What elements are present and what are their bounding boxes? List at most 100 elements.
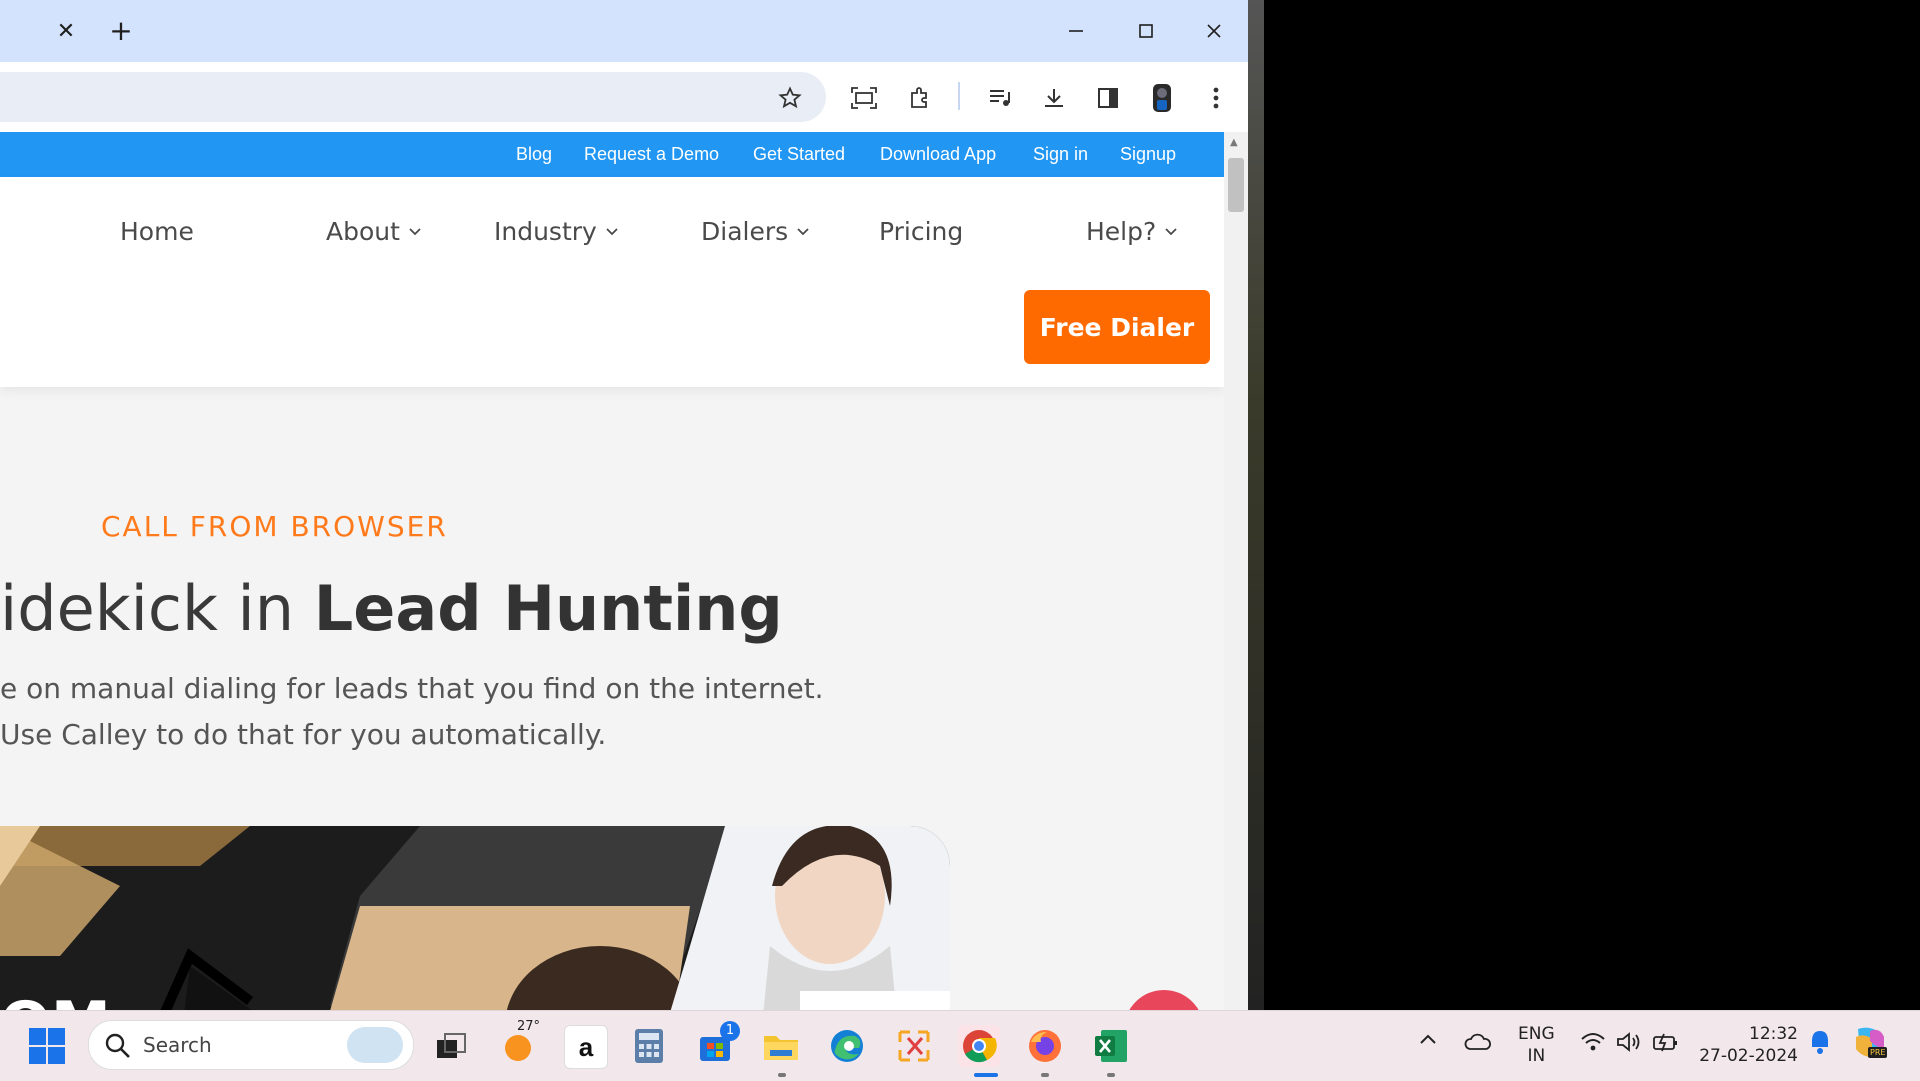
weather-temp: 27°: [517, 1019, 541, 1034]
hero-image-caption: OM: [0, 994, 111, 1010]
windows-icon: [29, 1028, 65, 1064]
hero-headline: idekick in Lead Hunting: [0, 572, 783, 645]
media-icon[interactable]: [982, 80, 1018, 116]
edge-icon[interactable]: [826, 1025, 868, 1067]
nav-dialers[interactable]: Dialers: [701, 217, 810, 246]
chrome-icon[interactable]: [958, 1025, 1000, 1067]
nav-home-label: Home: [120, 217, 194, 246]
hero-headline-bold: Lead Hunting: [313, 572, 783, 645]
store-icon[interactable]: 1: [694, 1021, 740, 1067]
maximize-icon: [1139, 24, 1153, 38]
chrome-active-indicator: [974, 1073, 998, 1077]
free-dialer-button[interactable]: Free Dialer: [1024, 290, 1210, 364]
taskbar: Search 27° a 1 ENG IN 12:32 27-02-2024 P…: [0, 1010, 1920, 1081]
chevron-down-icon: [1165, 227, 1177, 235]
weather-sun-icon: [505, 1035, 531, 1061]
profile-icon[interactable]: [1144, 80, 1180, 116]
desktop-wallpaper-strip: [1248, 0, 1264, 1010]
minimize-button[interactable]: [1048, 10, 1104, 52]
download-icon[interactable]: [1036, 80, 1072, 116]
star-icon[interactable]: [772, 80, 808, 116]
hero-subline-1: e on manual dialing for leads that you f…: [0, 672, 824, 705]
screenshot-icon[interactable]: [846, 80, 882, 116]
hero-illustration: [0, 826, 950, 1010]
copilot-badge: PRE: [1868, 1047, 1888, 1058]
excel-running-indicator: [1107, 1073, 1115, 1077]
scroll-up-arrow-icon[interactable]: ▲: [1230, 138, 1242, 148]
start-button[interactable]: [28, 1027, 66, 1069]
firefox-icon[interactable]: [1024, 1025, 1066, 1067]
nav-pricing-label: Pricing: [879, 217, 964, 246]
tray-overflow-chevron-icon[interactable]: [1418, 1031, 1438, 1050]
search-icon: [105, 1033, 130, 1058]
address-bar[interactable]: [0, 72, 826, 122]
clock[interactable]: 12:32 27-02-2024: [1694, 1023, 1798, 1067]
close-window-button[interactable]: [1186, 10, 1242, 52]
nav-pricing[interactable]: Pricing: [879, 217, 963, 246]
hero-eyebrow: CALL FROM BROWSER: [101, 510, 448, 543]
lang-secondary: IN: [1527, 1046, 1546, 1066]
file-explorer-icon[interactable]: [760, 1025, 802, 1067]
nav-industry[interactable]: Industry: [494, 217, 619, 246]
hero-subline-2: Use Calley to do that for you automatica…: [0, 718, 607, 751]
main-nav: Home About Industry Dialers Pricing Help…: [0, 177, 1224, 387]
nav-help[interactable]: Help?: [1086, 217, 1178, 246]
chevron-down-icon: [797, 227, 809, 235]
top-link-request-demo[interactable]: Request a Demo: [584, 144, 719, 165]
clock-time: 12:32: [1749, 1024, 1798, 1044]
nav-dialers-label: Dialers: [701, 217, 789, 246]
scroll-thumb[interactable]: [1228, 158, 1244, 212]
close-icon: [1207, 24, 1221, 38]
nav-about[interactable]: About: [326, 217, 422, 246]
extensions-icon[interactable]: [902, 80, 938, 116]
notification-bell-icon[interactable]: [1808, 1029, 1832, 1059]
wifi-icon[interactable]: [1580, 1031, 1606, 1057]
web-page: Blog Request a Demo Get Started Download…: [0, 132, 1224, 1010]
new-tab-button[interactable]: +: [106, 16, 136, 46]
top-link-download-app[interactable]: Download App: [880, 144, 996, 165]
toolbar-divider: [958, 82, 960, 110]
browser-window: ✕ + Blog Request a Demo Get Started Down…: [0, 0, 1248, 1010]
language-indicator[interactable]: ENG IN: [1518, 1023, 1555, 1067]
hero-image: OM: [0, 826, 950, 1010]
explorer-running-indicator: [778, 1073, 786, 1077]
top-link-bar: Blog Request a Demo Get Started Download…: [0, 132, 1224, 177]
nav-help-label: Help?: [1086, 217, 1157, 246]
hero-headline-plain: idekick in: [0, 572, 314, 645]
store-badge: 1: [720, 1021, 740, 1041]
sidepanel-icon[interactable]: [1090, 80, 1126, 116]
nav-about-label: About: [326, 217, 400, 246]
chevron-down-icon: [606, 227, 618, 235]
firefox-running-indicator: [1041, 1073, 1049, 1077]
tab-close-icon[interactable]: ✕: [52, 18, 80, 46]
browser-toolbar: [0, 62, 1248, 132]
minimize-icon: [1069, 30, 1083, 32]
page-scrollbar[interactable]: [1224, 132, 1248, 1010]
menu-icon[interactable]: [1198, 80, 1234, 116]
task-view-icon[interactable]: [430, 1025, 472, 1067]
copilot-icon[interactable]: PRE: [1850, 1023, 1890, 1063]
clock-date: 27-02-2024: [1699, 1046, 1798, 1066]
search-highlight-icon: [347, 1027, 403, 1063]
nav-industry-label: Industry: [494, 217, 597, 246]
tab-strip: ✕ +: [0, 0, 1248, 62]
lang-primary: ENG: [1518, 1024, 1555, 1044]
top-link-sign-in[interactable]: Sign in: [1033, 144, 1088, 165]
top-link-get-started[interactable]: Get Started: [753, 144, 845, 165]
taskbar-search[interactable]: Search: [88, 1020, 414, 1070]
onedrive-cloud-icon[interactable]: [1464, 1033, 1492, 1055]
search-placeholder: Search: [143, 1033, 212, 1057]
volume-icon[interactable]: [1616, 1031, 1644, 1057]
top-link-blog[interactable]: Blog: [516, 144, 552, 165]
excel-icon[interactable]: [1090, 1025, 1132, 1067]
chat-widget-button[interactable]: [1124, 990, 1204, 1010]
maximize-button[interactable]: [1118, 10, 1174, 52]
chevron-down-icon: [409, 227, 421, 235]
weather-widget[interactable]: 27°: [497, 1019, 540, 1067]
calculator-icon[interactable]: [628, 1025, 670, 1067]
snipping-tool-icon[interactable]: [893, 1025, 935, 1067]
nav-home[interactable]: Home: [120, 217, 194, 246]
top-link-signup[interactable]: Signup: [1120, 144, 1176, 165]
amazon-app-icon[interactable]: a: [564, 1025, 608, 1069]
battery-charging-icon[interactable]: [1652, 1031, 1680, 1057]
